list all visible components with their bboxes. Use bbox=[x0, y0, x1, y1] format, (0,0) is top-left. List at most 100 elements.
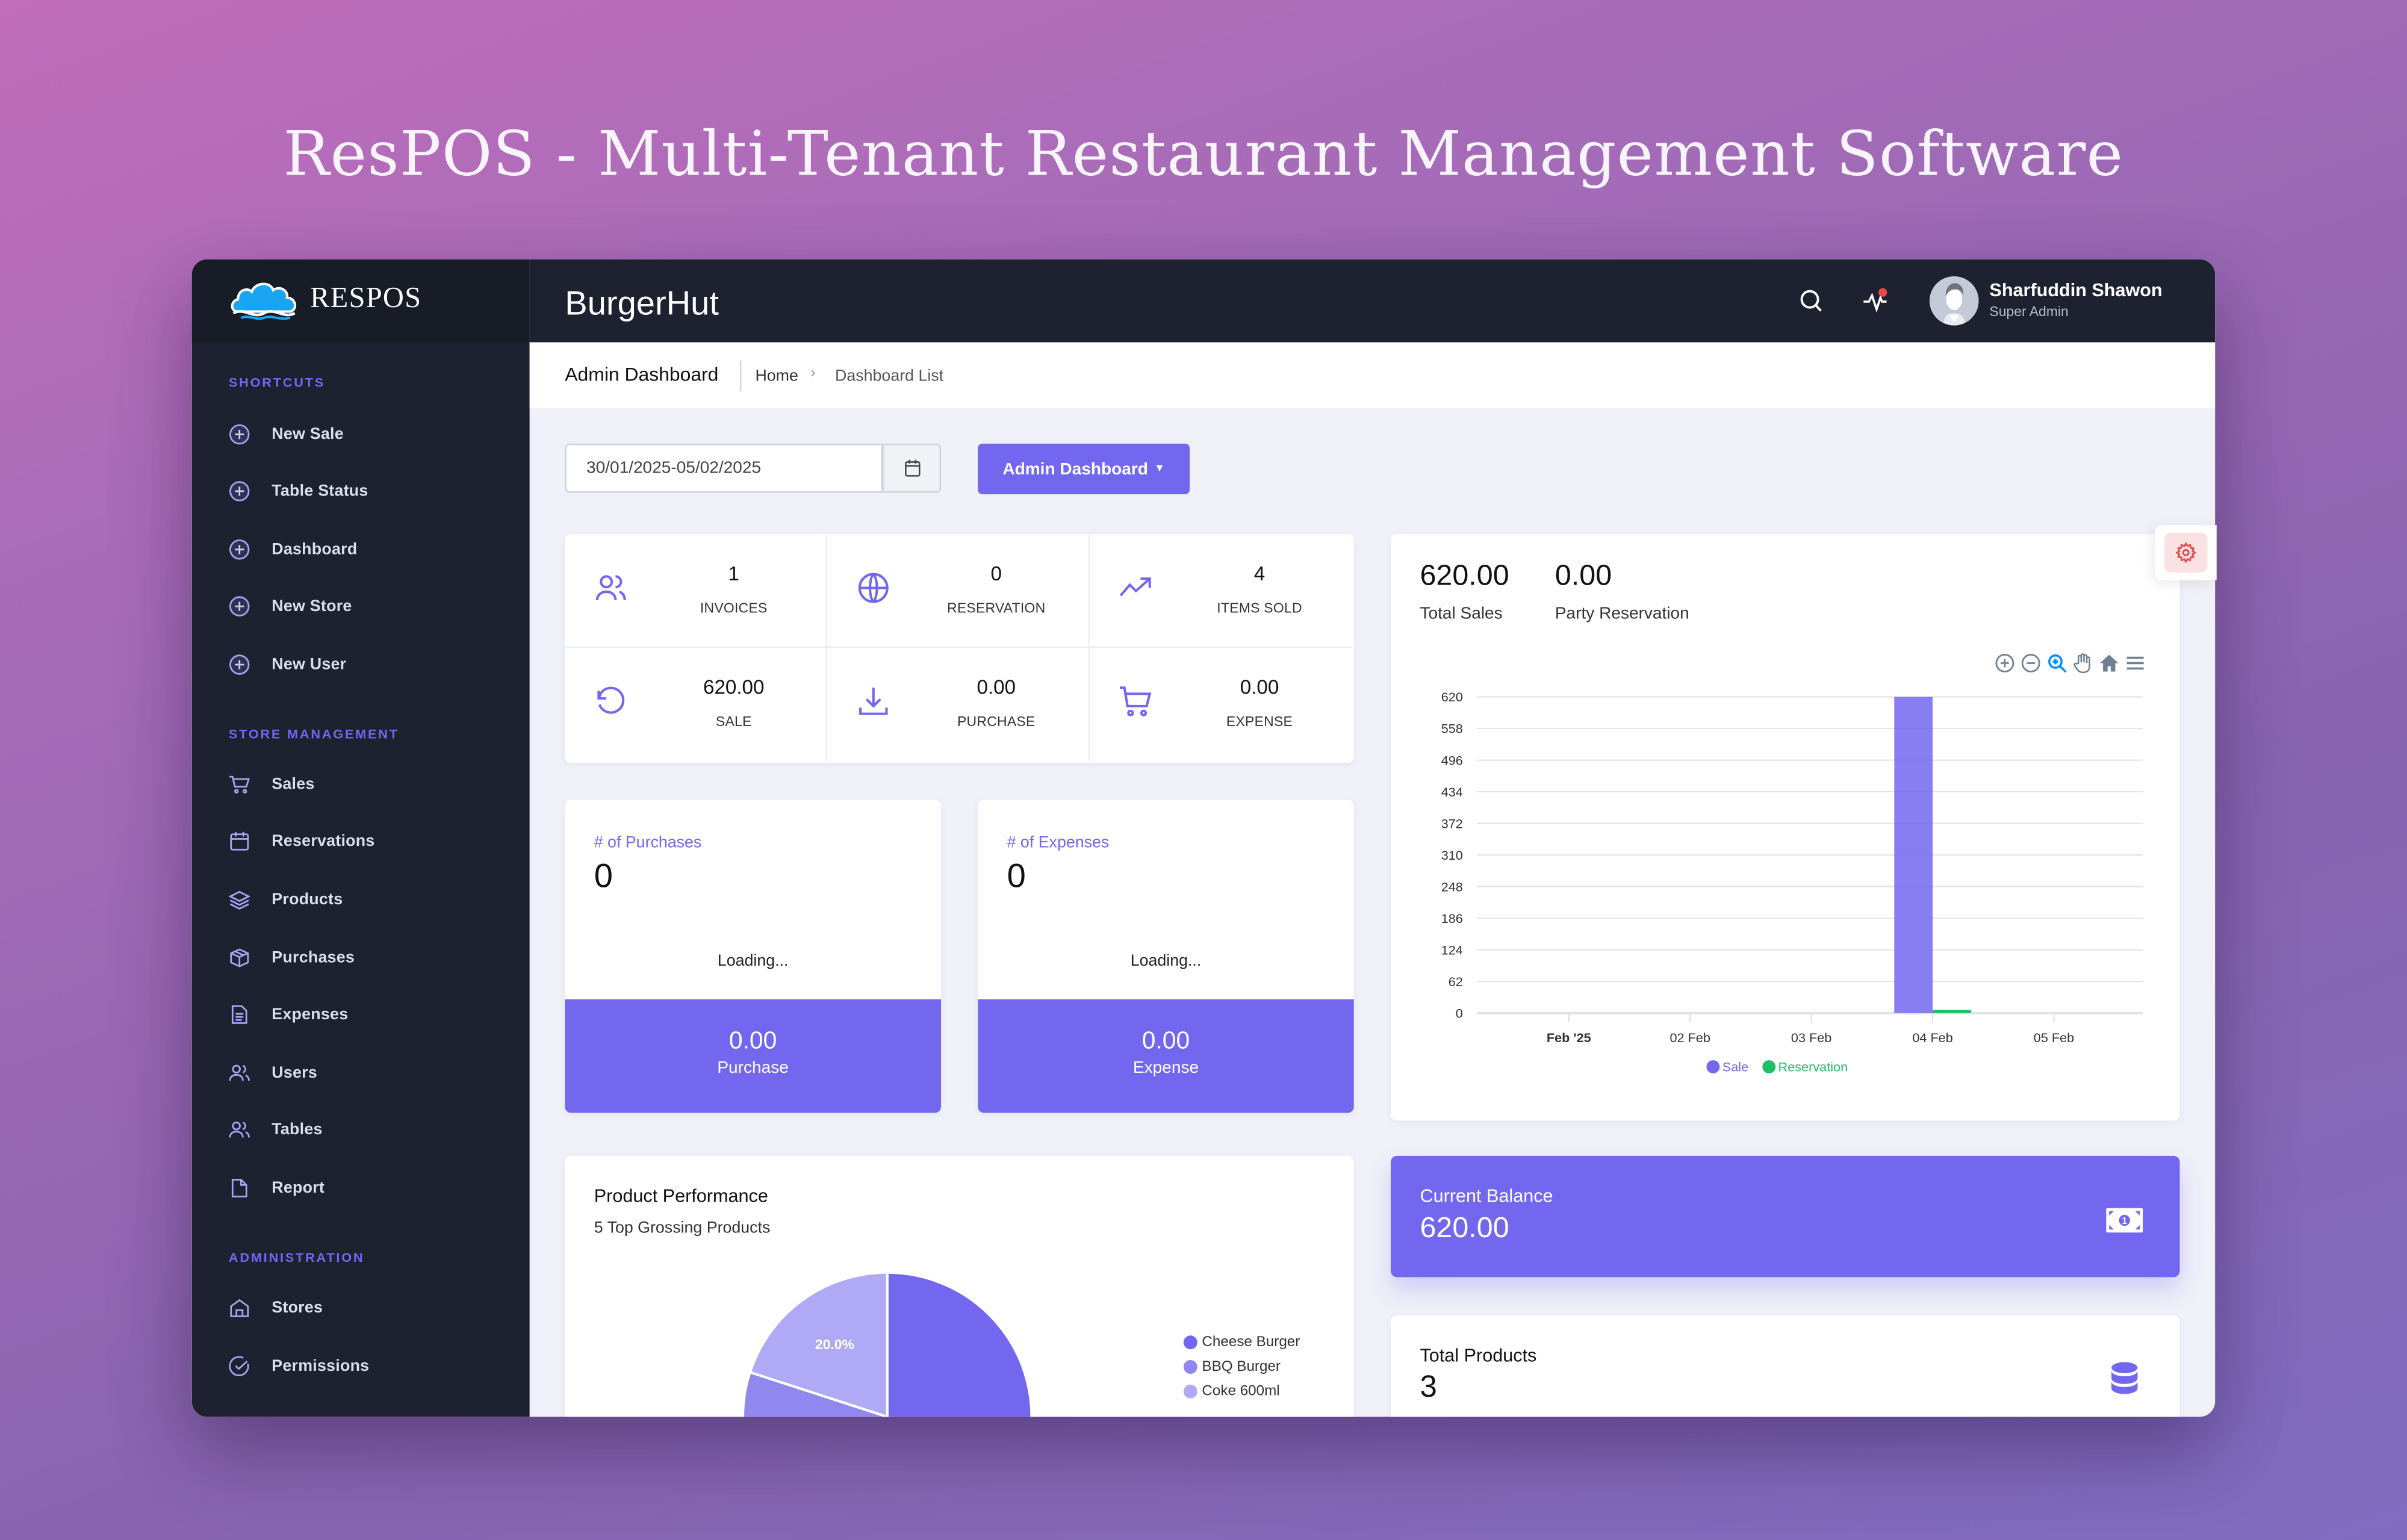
sidebar-item-label: Permissions bbox=[272, 1356, 370, 1376]
file-icon bbox=[231, 1179, 247, 1197]
stat-label: PURCHASE bbox=[957, 713, 1036, 730]
stat-value: 0 bbox=[990, 562, 1002, 585]
sidebar-item-new-store[interactable]: New Store bbox=[229, 591, 505, 622]
sidebar-item-reservations[interactable]: Reservations bbox=[229, 826, 505, 857]
legend-label[interactable]: Reservation bbox=[1778, 1060, 1848, 1075]
cart-icon bbox=[229, 775, 250, 794]
reset-home-icon[interactable] bbox=[2098, 653, 2120, 674]
sidebar-item-sales[interactable]: Sales bbox=[229, 769, 505, 799]
y-tick-label: 62 bbox=[1449, 974, 1463, 989]
avatar[interactable] bbox=[1929, 276, 1979, 326]
sidebar-item-purchases[interactable]: Purchases bbox=[229, 943, 505, 973]
sidebar-item-label: Report bbox=[272, 1179, 325, 1197]
breadcrumb-home-link[interactable]: Home bbox=[755, 367, 798, 385]
current-balance-card: Current Balance 620.00 1 bbox=[1391, 1155, 2180, 1278]
users-icon bbox=[229, 1064, 250, 1081]
expenses-amount: 0.00 bbox=[1141, 1028, 1190, 1055]
sidebar-item-label: Purchases bbox=[272, 948, 355, 967]
purchases-footer: 0.00 Purchase bbox=[565, 999, 941, 1113]
cloud-logo-icon bbox=[231, 282, 296, 320]
sidebar-item-expenses[interactable]: Expenses bbox=[229, 999, 505, 1030]
stat-label: ITEMS SOLD bbox=[1217, 600, 1302, 616]
stat-label: SALE bbox=[715, 713, 752, 730]
current-balance-value: 620.00 bbox=[1420, 1212, 1509, 1245]
sidebar: RESPOS SHORTCUTS New Sale Table Status D… bbox=[191, 259, 530, 1417]
legend-label[interactable]: Sale bbox=[1722, 1060, 1748, 1075]
sidebar-item-permissions[interactable]: Permissions bbox=[229, 1351, 505, 1382]
gear-icon bbox=[2175, 542, 2197, 564]
sidebar-item-label: Reservations bbox=[272, 831, 375, 851]
stat-reservation: 0 RESERVATION bbox=[827, 534, 1090, 648]
date-picker-button[interactable] bbox=[883, 443, 941, 493]
section-title-store-management: STORE MANAGEMENT bbox=[228, 726, 399, 742]
sidebar-item-users[interactable]: Users bbox=[229, 1058, 505, 1088]
box-icon bbox=[230, 948, 249, 967]
menu-icon[interactable] bbox=[2125, 653, 2146, 674]
pie-legend-item[interactable]: BBQ Burger bbox=[1183, 1354, 1300, 1379]
user-avatar-icon bbox=[1929, 276, 1979, 326]
purchases-amount: 0.00 bbox=[728, 1028, 777, 1055]
sidebar-item-stores[interactable]: Stores bbox=[229, 1293, 505, 1323]
plus-circle-icon bbox=[229, 596, 250, 616]
y-tick-label: 372 bbox=[1441, 816, 1463, 831]
stat-expense: 0.00 EXPENSE bbox=[1090, 648, 1352, 762]
y-tick-label: 558 bbox=[1441, 721, 1463, 736]
calendar-icon bbox=[230, 831, 249, 851]
zoom-out-icon[interactable] bbox=[2020, 653, 2042, 674]
legend-label: Coke 600ml bbox=[1202, 1382, 1280, 1400]
purchases-card: # of Purchases 0 Loading... 0.00 Purchas… bbox=[565, 799, 941, 1113]
sidebar-item-label: Sales bbox=[272, 775, 315, 794]
sidebar-item-new-user[interactable]: New User bbox=[229, 650, 505, 680]
sidebar-item-tables[interactable]: Tables bbox=[229, 1114, 505, 1145]
total-sales-value: 620.00 bbox=[1420, 560, 1509, 593]
purchases-amount-label: Purchase bbox=[717, 1059, 789, 1078]
store-icon bbox=[230, 1299, 249, 1317]
x-tick-label: 03 Feb bbox=[1791, 1030, 1831, 1045]
breadcrumb: Admin Dashboard Home › Dashboard List bbox=[529, 342, 2216, 409]
dashboard-dropdown-label: Admin Dashboard bbox=[1002, 459, 1148, 479]
sidebar-item-table-status[interactable]: Table Status bbox=[229, 476, 505, 506]
zoom-in-icon[interactable] bbox=[1994, 653, 2016, 674]
cart-icon bbox=[1120, 686, 1152, 716]
pie-legend-item[interactable]: Coke 600ml bbox=[1183, 1379, 1300, 1403]
date-range-input[interactable]: 30/01/2025-05/02/2025 bbox=[565, 443, 883, 493]
plus-circle-icon bbox=[229, 481, 250, 501]
app-window: RESPOS SHORTCUTS New Sale Table Status D… bbox=[191, 259, 2216, 1417]
dashboard-dropdown-button[interactable]: Admin Dashboard ▼ bbox=[978, 443, 1190, 495]
sidebar-item-dashboard[interactable]: Dashboard bbox=[229, 534, 505, 565]
stat-value: 620.00 bbox=[703, 675, 765, 699]
brand-name: RESPOS bbox=[310, 282, 422, 315]
sidebar-item-products[interactable]: Products bbox=[228, 884, 505, 915]
y-tick-label: 496 bbox=[1441, 753, 1463, 768]
bar-reservation-3[interactable] bbox=[1933, 1010, 1971, 1013]
total-products-card: Total Products 3 bbox=[1391, 1315, 2180, 1417]
expenses-count: 0 bbox=[1007, 856, 1026, 895]
main-content: 30/01/2025-05/02/2025 Admin Dashboard ▼ … bbox=[530, 408, 2216, 1417]
party-reservation-value: 0.00 bbox=[1554, 560, 1612, 593]
sidebar-item-label: New User bbox=[272, 655, 347, 674]
sidebar-item-report[interactable]: Report bbox=[229, 1173, 505, 1203]
database-icon bbox=[2111, 1362, 2138, 1394]
party-reservation-label: Party Reservation bbox=[1554, 604, 1689, 624]
pie-legend-item[interactable]: Cheese Burger bbox=[1183, 1329, 1300, 1354]
settings-button[interactable] bbox=[2164, 532, 2208, 573]
calendar-icon bbox=[904, 459, 920, 477]
users-icon bbox=[229, 1121, 250, 1138]
activity-pulse-icon[interactable] bbox=[1862, 287, 1890, 315]
bar-sale-3[interactable] bbox=[1894, 697, 1933, 1013]
total-products-label: Total Products bbox=[1420, 1344, 1537, 1367]
breadcrumb-divider bbox=[739, 361, 742, 392]
settings-float-panel bbox=[2155, 524, 2217, 580]
sidebar-item-new-sale[interactable]: New Sale bbox=[229, 419, 505, 450]
sidebar-item-label: Table Status bbox=[272, 482, 368, 501]
plus-circle-icon bbox=[229, 654, 250, 675]
expenses-card: # of Expenses 0 Loading... 0.00 Expense bbox=[978, 799, 1354, 1113]
current-balance-label: Current Balance bbox=[1420, 1185, 1553, 1207]
legend-marker bbox=[1762, 1060, 1776, 1074]
search-icon[interactable] bbox=[1798, 287, 1825, 315]
page-title: Admin Dashboard bbox=[565, 364, 719, 385]
pan-hand-icon[interactable] bbox=[2072, 653, 2094, 674]
purchases-title: # of Purchases bbox=[594, 833, 702, 852]
brand[interactable]: RESPOS bbox=[191, 259, 530, 343]
selection-zoom-icon[interactable] bbox=[2046, 653, 2068, 674]
